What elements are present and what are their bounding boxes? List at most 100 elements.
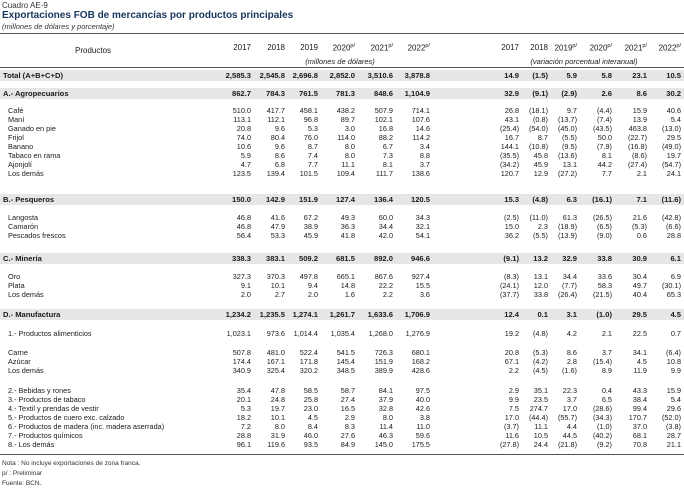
value-cell: 18.2 — [236, 413, 251, 422]
value-cell: 509.2 — [298, 254, 318, 263]
value-cell: 45.9 — [303, 231, 318, 240]
value-cell: 8.0 — [344, 142, 355, 151]
value-cell: 53.3 — [270, 231, 285, 240]
unit-left: (millones de dólares) — [305, 57, 375, 66]
change-cell: 2.8 — [566, 357, 577, 366]
change-cell: (13.6) — [557, 151, 577, 160]
change-cell: 44.5 — [562, 431, 577, 440]
value-cell: 97.5 — [415, 386, 430, 395]
change-cell: 24.1 — [666, 169, 681, 178]
change-cell: 13.9 — [632, 115, 647, 124]
value-cell: 927.4 — [411, 272, 430, 281]
change-cell: (45.0) — [557, 124, 577, 133]
change-cell: (6.4) — [665, 348, 681, 357]
change-cell: (9.2) — [596, 440, 612, 449]
value-cell: 680.1 — [411, 348, 430, 357]
change-cell: 15.9 — [666, 386, 681, 395]
change-cell: (3.8) — [665, 422, 681, 431]
value-cell: 348.5 — [336, 366, 355, 375]
table-row: Camarón 46.8 47.9 38.9 36.3 34.4 32.1 15.0 2.3 (1… — [0, 222, 684, 231]
row-label: Tabaco en rama — [8, 151, 61, 160]
preliminary-mark: p/ — [350, 43, 355, 49]
change-cell: (7.7) — [561, 281, 577, 290]
table-row: 3.- Productos de tabaco 20.1 24.8 25.8 27.4 3… — [0, 395, 684, 404]
value-cell: 89.7 — [340, 115, 355, 124]
value-cell: 25.8 — [303, 395, 318, 404]
preliminary-mark: p/ — [388, 43, 393, 49]
change-cell: 29.6 — [666, 404, 681, 413]
year-header: 2021p/ — [613, 43, 647, 53]
value-cell: 127.4 — [335, 195, 355, 204]
change-cell: 30.9 — [632, 254, 647, 263]
value-cell: 136.4 — [373, 195, 393, 204]
value-cell: 3,510.6 — [367, 71, 393, 80]
row-label: Café — [8, 106, 24, 115]
value-cell: 54.1 — [415, 231, 430, 240]
section-row: Total (A+B+C+D) 2,585.3 2,545.8 2,696.8 2,85… — [0, 71, 684, 80]
value-cell: 16.8 — [378, 124, 393, 133]
change-cell: 2.1 — [601, 329, 612, 338]
value-cell: 151.9 — [374, 357, 393, 366]
change-cell: 0.7 — [670, 329, 681, 338]
value-cell: 892.0 — [373, 254, 393, 263]
change-cell: (21.5) — [592, 290, 612, 299]
value-cell: 2.0 — [240, 290, 251, 299]
value-cell: 107.6 — [411, 115, 430, 124]
value-cell: 327.3 — [232, 272, 251, 281]
table-row: 8.- Los demás 96.1 119.6 93.5 84.9 145.0 175.5… — [0, 440, 684, 449]
value-cell: 1,276.9 — [405, 329, 430, 338]
table-row: Los demás 340.9 325.4 320.2 348.5 389.9 428.6 2… — [0, 366, 684, 375]
table-row: 6.- Productos de madera (inc. madera ase… — [0, 422, 684, 431]
value-cell: 383.1 — [265, 254, 285, 263]
value-cell: 3.6 — [419, 290, 430, 299]
value-cell: 8.0 — [274, 422, 285, 431]
row-label: Los demás — [8, 290, 44, 299]
products-header: Productos — [75, 46, 112, 55]
change-cell: 65.3 — [666, 290, 681, 299]
change-cell: 17.0 — [562, 404, 577, 413]
value-cell: 93.5 — [303, 440, 318, 449]
table-subtitle: (millones de dólares y porcentaje) — [2, 22, 115, 31]
value-cell: 34.4 — [378, 222, 393, 231]
value-cell: 2.9 — [344, 413, 355, 422]
value-cell: 24.8 — [270, 395, 285, 404]
change-cell: (9.0) — [596, 231, 612, 240]
value-cell: 1,706.9 — [404, 310, 430, 319]
value-cell: 1,104.9 — [404, 89, 430, 98]
value-cell: 6.7 — [382, 142, 393, 151]
value-cell: 1,035.4 — [330, 329, 355, 338]
value-cell: 7.3 — [382, 151, 393, 160]
value-cell: 761.5 — [298, 89, 318, 98]
value-cell: 389.9 — [374, 366, 393, 375]
row-label: Camarón — [8, 222, 39, 231]
change-cell: 61.3 — [562, 213, 577, 222]
change-cell: 463.8 — [628, 124, 647, 133]
value-cell: 714.1 — [411, 106, 430, 115]
change-cell: (1.0) — [596, 422, 612, 431]
value-cell: 23.0 — [303, 404, 318, 413]
change-cell: 21.1 — [666, 440, 681, 449]
value-cell: 27.6 — [340, 431, 355, 440]
year-header: 2020p/ — [578, 43, 612, 53]
value-cell: 74.0 — [236, 133, 251, 142]
row-label: Carne — [8, 348, 28, 357]
change-cell: 8.9 — [601, 366, 612, 375]
value-cell: 138.6 — [411, 169, 430, 178]
year-label: 2018 — [267, 43, 285, 52]
value-cell: 3.8 — [419, 413, 430, 422]
row-label: Pescados frescos — [8, 231, 66, 240]
row-label: Langosta — [8, 213, 39, 222]
change-cell: 37.0 — [632, 422, 647, 431]
value-cell: 7.7 — [307, 160, 318, 169]
change-cell: 44.2 — [597, 160, 612, 169]
row-label: B.- Pesqueros — [3, 195, 55, 204]
value-cell: 14.8 — [340, 281, 355, 290]
year-header: 2020p/ — [321, 43, 355, 53]
row-label: A.- Agropecuarios — [3, 89, 69, 98]
value-cell: 11.1 — [341, 160, 355, 169]
value-cell: 46.3 — [378, 431, 393, 440]
year-label: 2020 — [332, 43, 351, 53]
value-cell: 88.2 — [378, 133, 393, 142]
row-label: 1.- Productos alimenticios — [8, 329, 92, 338]
change-cell: (27.4) — [627, 160, 647, 169]
